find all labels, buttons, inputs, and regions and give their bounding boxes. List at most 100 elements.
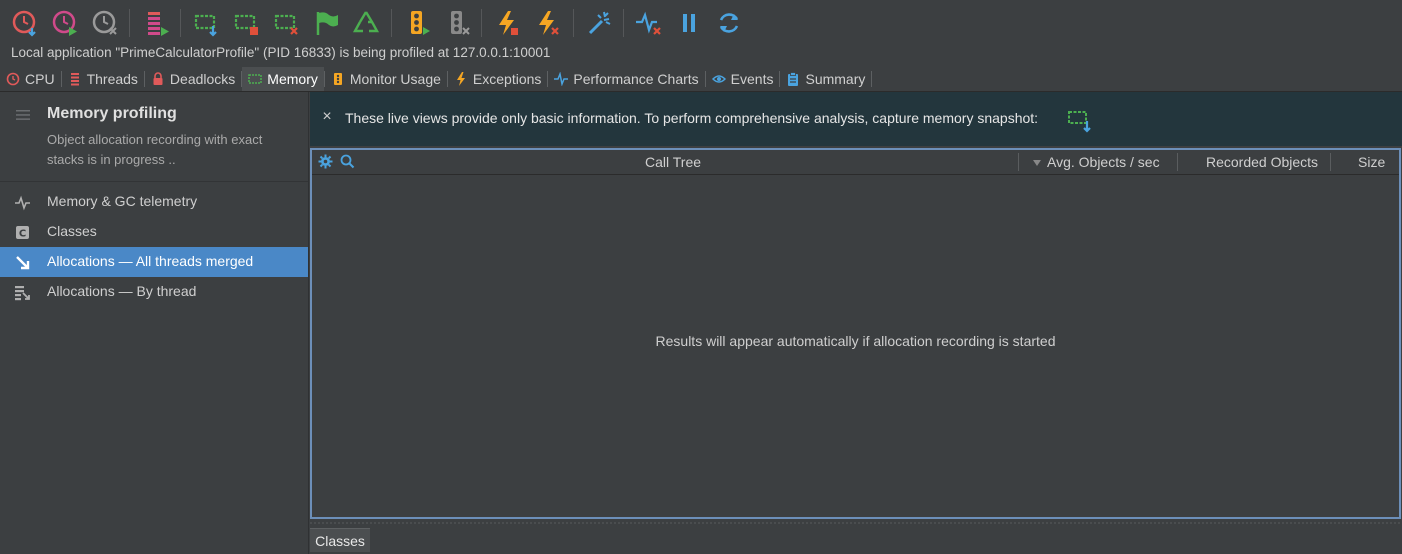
- empty-state-message: Results will appear automatically if all…: [655, 333, 1056, 349]
- stop-cpu-recording-button[interactable]: [88, 6, 122, 40]
- start-exception-telemetry-icon: [499, 11, 518, 35]
- column-header-size[interactable]: Size: [1358, 154, 1385, 170]
- sidebar-item-memory-gc-telemetry[interactable]: Memory & GC telemetry: [0, 187, 308, 217]
- sidebar-item-label: Allocations — By thread: [47, 283, 197, 299]
- column-header-recorded-objects[interactable]: Recorded Objects: [1206, 154, 1318, 170]
- tab-label: Summary: [805, 71, 866, 87]
- svg-text:C: C: [19, 229, 26, 240]
- sidebar-item-allocations-all-threads-merged[interactable]: Allocations — All threads merged: [0, 247, 308, 277]
- toolbar-separator: [623, 9, 624, 37]
- capture-memory-snapshot-icon: [194, 14, 217, 37]
- trigger-icon: [588, 11, 611, 35]
- force-gc-icon: [352, 11, 380, 33]
- lock-icon: [153, 72, 163, 85]
- column-separator: [1330, 153, 1331, 171]
- start-cpu-recording-button[interactable]: [48, 6, 82, 40]
- capture-memory-snapshot-button[interactable]: [189, 6, 223, 40]
- clipboard-icon: [788, 72, 799, 86]
- divider: [310, 522, 1402, 524]
- sidebar-item-classes[interactable]: C Classes: [0, 217, 308, 247]
- view-tabs: CPU Threads Deadlocks Memory Monitor Usa…: [0, 67, 1402, 91]
- start-allocation-recording-button[interactable]: [229, 6, 263, 40]
- start-allocation-recording-icon: [234, 14, 258, 35]
- tab-label: CPU: [25, 71, 55, 87]
- refresh-icon: [719, 13, 739, 33]
- advance-object-generation-button[interactable]: [309, 6, 343, 40]
- tab-label: Events: [730, 71, 774, 87]
- sidebar-item-label: Allocations — All threads merged: [47, 253, 254, 269]
- start-monitor-profiling-button[interactable]: [400, 6, 434, 40]
- start-thread-recording-icon: [148, 12, 169, 36]
- pause-icon: [683, 14, 695, 32]
- sidebar-header: Memory profiling Object allocation recor…: [0, 92, 308, 182]
- cpu-icon: [6, 72, 20, 86]
- column-header-avg-objects-sec[interactable]: Avg. Objects / sec: [1047, 154, 1160, 170]
- toolbar-separator: [129, 9, 130, 37]
- tab-cpu[interactable]: CPU: [0, 67, 61, 91]
- sidebar-title: Memory profiling: [47, 105, 177, 122]
- pulse-icon: [15, 195, 30, 211]
- tab-memory[interactable]: Memory: [242, 67, 324, 91]
- advance-object-generation-icon: [316, 12, 338, 35]
- tab-performance-charts[interactable]: Performance Charts: [548, 67, 704, 91]
- bottom-tab-classes[interactable]: Classes: [310, 528, 370, 552]
- force-gc-button[interactable]: [349, 6, 383, 40]
- sidebar-item-label: Classes: [47, 223, 97, 239]
- start-thread-recording-button[interactable]: [139, 6, 173, 40]
- stop-monitor-profiling-icon: [451, 11, 470, 35]
- toolbar: [0, 0, 1402, 44]
- tab-label: Threads: [86, 71, 138, 87]
- telemetry-stop-button[interactable]: [632, 6, 666, 40]
- stop-cpu-recording-icon: [92, 10, 117, 35]
- start-cpu-recording-icon: [52, 10, 77, 36]
- stop-allocation-recording-icon: [274, 14, 298, 35]
- threads-icon: [70, 73, 79, 86]
- tab-label: Performance Charts: [573, 71, 699, 87]
- toolbar-separator: [180, 9, 181, 37]
- eye-icon: [711, 75, 726, 83]
- class-icon: C: [16, 226, 29, 240]
- stop-exception-telemetry-button[interactable]: [530, 6, 564, 40]
- pause-button[interactable]: [672, 6, 706, 40]
- tab-summary[interactable]: Summary: [780, 67, 871, 91]
- tab-label: Monitor Usage: [349, 71, 441, 87]
- start-monitor-profiling-icon: [411, 11, 430, 35]
- toolbar-separator: [391, 9, 392, 37]
- sort-descending-icon: [1033, 160, 1041, 166]
- sidebar: Memory profiling Object allocation recor…: [0, 92, 309, 554]
- monitor-usage-icon: [333, 73, 342, 85]
- capture-memory-snapshot-icon[interactable]: [1066, 106, 1094, 134]
- tab-label: Memory: [267, 71, 318, 87]
- allocation-arrow-icon: [16, 256, 30, 270]
- menu-icon[interactable]: [16, 109, 30, 121]
- stop-monitor-profiling-button[interactable]: [440, 6, 474, 40]
- tab-label: Deadlocks: [169, 71, 236, 87]
- close-icon[interactable]: ×: [320, 109, 334, 125]
- tab-exceptions[interactable]: Exceptions: [448, 67, 547, 91]
- trigger-button[interactable]: [582, 6, 616, 40]
- refresh-button[interactable]: [712, 6, 746, 40]
- call-tree-panel: Call Tree Avg. Objects / sec Recorded Ob…: [310, 148, 1401, 519]
- tab-threads[interactable]: Threads: [62, 67, 144, 91]
- tab-separator: [871, 71, 873, 87]
- cpu-snapshot-button[interactable]: [8, 6, 42, 40]
- tab-events[interactable]: Events: [706, 67, 780, 91]
- column-header-call-tree[interactable]: Call Tree: [645, 154, 701, 170]
- search-icon[interactable]: [340, 154, 355, 169]
- start-exception-telemetry-button[interactable]: [490, 6, 524, 40]
- tab-monitor-usage[interactable]: Monitor Usage: [325, 67, 447, 91]
- lightning-icon: [456, 72, 465, 86]
- pulse-icon: [554, 72, 569, 86]
- tab-label: Exceptions: [472, 71, 542, 87]
- allocation-thread-icon: [15, 286, 30, 301]
- banner-message: These live views provide only basic info…: [345, 110, 1039, 126]
- stop-allocation-recording-button[interactable]: [269, 6, 303, 40]
- gear-icon[interactable]: [318, 154, 333, 169]
- column-separator: [1018, 153, 1019, 171]
- sidebar-item-label: Memory & GC telemetry: [47, 193, 198, 209]
- cpu-snapshot-icon: [12, 10, 36, 37]
- sidebar-item-allocations-by-thread[interactable]: Allocations — By thread: [0, 277, 308, 307]
- tab-deadlocks[interactable]: Deadlocks: [145, 67, 241, 91]
- memory-icon: [248, 74, 263, 84]
- stop-exception-telemetry-icon: [539, 11, 559, 35]
